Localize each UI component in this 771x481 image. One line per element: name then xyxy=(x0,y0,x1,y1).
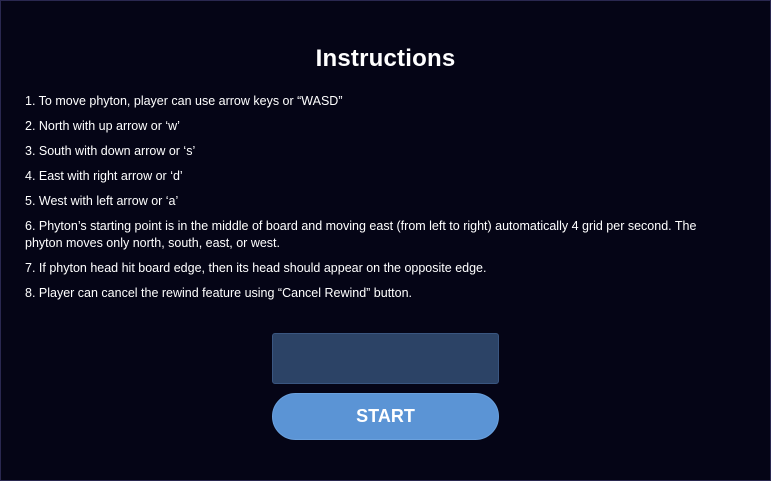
instruction-item: 7. If phyton head hit board edge, then i… xyxy=(25,261,487,275)
instructions-screen: Instructions 1. To move phyton, player c… xyxy=(0,0,771,481)
instruction-item: 6. Phyton’s starting point is in the mid… xyxy=(25,219,697,250)
instruction-item: 5. West with left arrow or ‘a’ xyxy=(25,194,179,208)
instruction-list: 1. To move phyton, player can use arrow … xyxy=(25,93,735,310)
start-button[interactable]: START xyxy=(272,393,499,440)
player-name-input[interactable] xyxy=(272,333,499,384)
instruction-item: 3. South with down arrow or ‘s’ xyxy=(25,144,196,158)
page-title: Instructions xyxy=(315,45,456,72)
instruction-item: 1. To move phyton, player can use arrow … xyxy=(25,94,343,108)
instruction-item: 4. East with right arrow or ‘d’ xyxy=(25,169,183,183)
instruction-item: 2. North with up arrow or ‘w’ xyxy=(25,119,180,133)
instruction-item: 8. Player can cancel the rewind feature … xyxy=(25,286,413,300)
